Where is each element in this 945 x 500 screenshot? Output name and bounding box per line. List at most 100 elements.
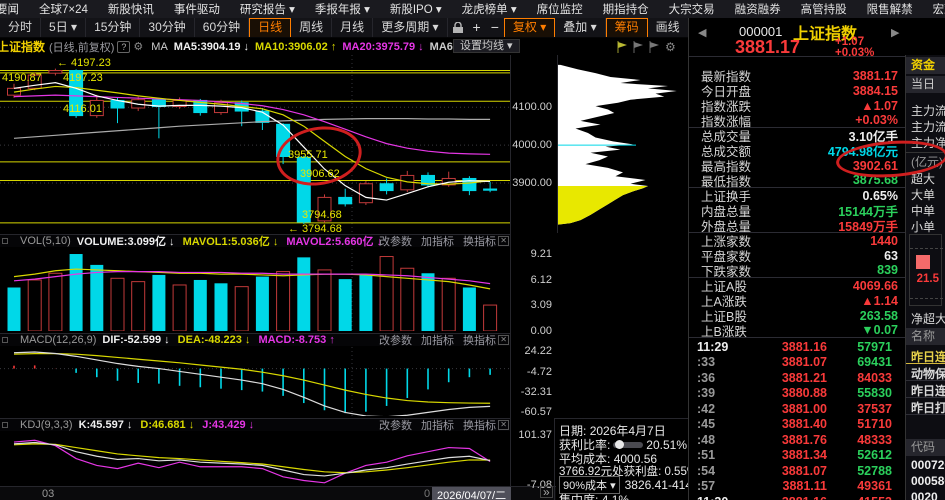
fund-unit-label: (亿元)	[906, 152, 945, 170]
price-change-pct: +0.03%	[835, 47, 875, 59]
period-button[interactable]: 月线	[332, 18, 374, 37]
concentration-value: 4.1%	[601, 493, 630, 500]
axis-tick-label: 24.22	[524, 345, 552, 358]
axis-tick-label: 4100.00	[512, 101, 552, 114]
period-button[interactable]: 15分钟	[86, 18, 141, 37]
indicator-link[interactable]: 换指标	[463, 417, 496, 433]
menu-item[interactable]: 限售解禁	[857, 1, 923, 17]
menu-item[interactable]: 期指持仓	[593, 1, 659, 17]
kdj-header: KDJ(9,3,3) K:45.597 ↓ D:46.681 ↓ J:43.429 ↓…	[0, 417, 510, 433]
chart-mode: (日线,前复权)	[49, 41, 115, 54]
gear-icon[interactable]: ⚙	[133, 40, 143, 53]
zoom-in-button[interactable]: +	[468, 18, 486, 37]
hot-code-row[interactable]: 000586	[906, 474, 945, 488]
tool-button[interactable]: 筹码	[605, 18, 648, 37]
tab-fund[interactable]: 资金	[906, 57, 945, 74]
fund-value: 21.5	[916, 273, 939, 285]
tool-button[interactable]: 叠加 ▾	[555, 18, 606, 37]
tick-row: :45 3881.40 51710	[697, 417, 892, 431]
svg-text:3906.62: 3906.62	[300, 168, 340, 180]
collapse-icon[interactable]	[2, 337, 8, 343]
macd-chart[interactable]	[0, 347, 510, 416]
menu-item[interactable]: 宏观数据 ▾	[923, 1, 945, 17]
period-button[interactable]: 更多周期 ▾	[373, 18, 448, 37]
menu-item[interactable]: 龙虎榜单 ▾	[452, 1, 527, 17]
kdj-chart[interactable]	[0, 432, 510, 486]
indicator-name: MACD(12,26,9)	[20, 334, 97, 346]
period-button[interactable]: 分时	[0, 18, 42, 37]
menu-item[interactable]: 融资融券	[725, 1, 791, 17]
time-axis: 03 0 2026/04/07/二	[0, 486, 556, 500]
axis-tick-label: 0.00	[530, 325, 552, 337]
main-candlestick-chart[interactable]: ← 4197.23 4197.23 4190.87 4116.01 3955.71 390…	[0, 55, 510, 233]
tool-button[interactable]: 复权 ▾	[503, 18, 556, 37]
menu-item[interactable]: 席位监控	[527, 1, 593, 17]
ma-legend-item: MA20:3975.79 ↓	[342, 40, 424, 53]
hot-code-row[interactable]: 000720	[906, 458, 945, 472]
indicator-link[interactable]: 改参数	[379, 417, 412, 433]
volume-chart[interactable]	[0, 249, 510, 331]
hot-name-row[interactable]: 昨日连板	[906, 382, 945, 398]
expand-more-icon[interactable]: »	[540, 486, 553, 498]
fund-flow-row: 主力流入	[911, 104, 945, 118]
next-stock-arrow[interactable]: ▶	[891, 26, 899, 39]
menu-item[interactable]: 研究报告 ▾	[230, 1, 305, 17]
indicator-link[interactable]: 改参数	[379, 233, 412, 249]
tick-row: :33 3881.07 69431	[697, 355, 892, 369]
menu-item[interactable]: 新股IPO ▾	[380, 1, 452, 17]
menu-item[interactable]: 全球7×24	[29, 1, 98, 17]
period-button[interactable]: 30分钟	[140, 18, 195, 37]
period-button[interactable]: 周线	[291, 18, 333, 37]
hot-name-row[interactable]: 昨日打板	[906, 399, 945, 415]
order-size-row: 中单	[911, 204, 936, 218]
period-button[interactable]: 日线	[249, 18, 292, 37]
menu-item[interactable]: 要闻	[0, 1, 29, 17]
indicator-link[interactable]: 加指标	[421, 332, 454, 348]
chart-header: 上证指数 (日线,前复权) ? ⚙ MA MA5:3904.19 ↓ MA10:3…	[0, 38, 688, 55]
hot-name-row[interactable]: 昨日连板	[906, 348, 945, 364]
marker-gear-icon[interactable]: ⚙	[665, 40, 676, 54]
flag-gray-icon[interactable]	[633, 41, 644, 53]
axis-tick-label: -4.72	[526, 365, 552, 378]
order-size-row: 超大	[911, 172, 936, 186]
menu-item[interactable]: 新股快讯	[98, 1, 164, 17]
help-icon[interactable]: ?	[117, 40, 131, 53]
menu-item[interactable]: 高管持股	[791, 1, 857, 17]
prev-stock-arrow[interactable]: ◀	[698, 26, 706, 39]
order-size-row: 大单	[911, 188, 936, 202]
axis-tick-label: -32.31	[520, 385, 552, 398]
menu-item[interactable]: 事件驱动	[164, 1, 230, 17]
tick-row: 11:303881.1641553	[689, 494, 906, 500]
last-price: 3881.17	[735, 37, 801, 57]
zoom-out-button[interactable]: −	[486, 18, 504, 37]
indicator-link[interactable]: 换指标	[463, 332, 496, 348]
marker-toolbar: ⚙	[617, 40, 676, 54]
period-toolbar: 分时 5日 ▾ 15分钟 30分钟 60分钟 日线 周线 月线 更多周期 ▾ + − 复权 ▾ 叠加 ▾…	[0, 18, 690, 38]
indicator-value: VOLUME:3.099亿 ↓	[76, 236, 175, 248]
tool-button[interactable]: 画线	[648, 18, 689, 37]
indicator-link[interactable]: 加指标	[421, 417, 454, 433]
flag-yellow-icon[interactable]	[617, 41, 628, 53]
ma-settings-button[interactable]: 设置均线 ▾	[453, 39, 520, 53]
indicator-value: MAVOL1:5.036亿 ↓	[182, 236, 279, 248]
indicator-link[interactable]: 改参数	[379, 332, 412, 348]
svg-text:3955.71: 3955.71	[288, 149, 328, 161]
hot-name-row[interactable]: 动物保健	[906, 365, 945, 381]
ma-label[interactable]: MA	[151, 41, 168, 53]
lock-icon[interactable]	[448, 18, 468, 37]
period-button[interactable]: 5日 ▾	[41, 18, 87, 37]
fund-mini-chart: 21.5	[909, 234, 943, 306]
indicator-link[interactable]: 加指标	[421, 233, 454, 249]
collapse-icon[interactable]	[2, 238, 8, 244]
collapse-icon[interactable]	[2, 422, 8, 428]
menu-item[interactable]: 大宗交易	[659, 1, 725, 17]
hot-code-row[interactable]: 0020	[906, 490, 945, 500]
tab-day[interactable]: 当日	[906, 76, 945, 93]
indicator-link[interactable]: 换指标	[463, 233, 496, 249]
profit-ratio-slider[interactable]	[613, 439, 644, 449]
chip-info-box: 日期: 2026年4月7日 获利比率: 20.51% 平均成本: 4000.56…	[554, 418, 715, 500]
menu-item[interactable]: 季报年报 ▾	[305, 1, 380, 17]
close-icon[interactable]: ✕	[498, 236, 509, 246]
period-button[interactable]: 60分钟	[195, 18, 250, 37]
flag-gray2-icon[interactable]	[649, 41, 660, 53]
